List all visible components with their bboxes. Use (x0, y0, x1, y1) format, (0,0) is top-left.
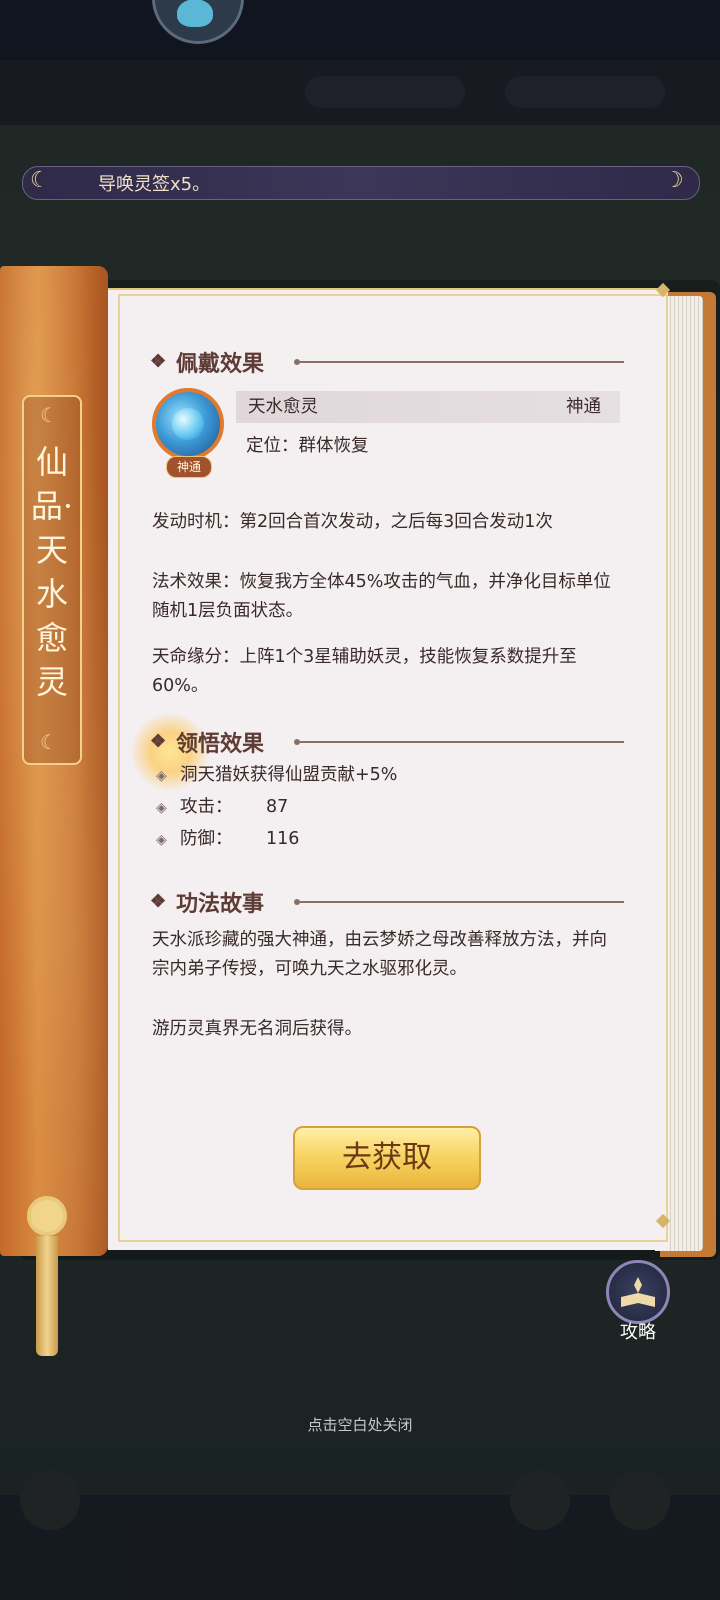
story-section-title: 功法故事 (150, 886, 265, 918)
bookmark-tassel (36, 1236, 58, 1356)
guide-button[interactable] (606, 1260, 670, 1324)
story-text: 天水派珍藏的强大神通，由云梦娇之母改善释放方法，并向宗内弟子传授，可唤九天之水驱… (152, 930, 607, 979)
defense-value: 116 (266, 829, 300, 849)
book-icon (621, 1277, 655, 1307)
skill-icon[interactable] (152, 388, 224, 460)
trigger-description: 发动时机：第2回合首次发动，之后每3回合发动1次 (152, 512, 553, 532)
skill-tag: 神通 (166, 456, 212, 478)
destiny-description: 天命缘分：上阵1个3星辅助妖灵，技能恢复系数提升至60%。 (152, 647, 577, 696)
skill-name: 天水愈灵 (248, 397, 318, 417)
close-hint[interactable]: 点击空白处关闭 (0, 1414, 720, 1435)
diamond-icon (150, 891, 166, 912)
gem-icon: ◈ (156, 768, 167, 784)
section-rule (298, 741, 624, 743)
crescent-moon-icon: ☽ (664, 168, 684, 193)
effect-description: 法术效果：恢复我方全体45%攻击的气血，并净化目标单位随机1层负面状态。 (152, 572, 611, 621)
spine-title: 仙品·天水愈灵 (30, 443, 74, 701)
attack-value: 87 (266, 797, 289, 817)
crescent-moon-icon: ☾ (30, 168, 50, 193)
planet-icon (172, 408, 204, 440)
guide-label: 攻略 (620, 1322, 656, 1343)
skill-position: 定位：群体恢复 (246, 436, 369, 456)
section-rule (298, 361, 624, 363)
notice-text: 导唤灵签x5。 (98, 174, 211, 195)
section-rule (298, 901, 624, 903)
diamond-icon (150, 731, 166, 752)
diamond-icon (150, 351, 166, 372)
attack-label: 攻击： (180, 797, 233, 817)
comprehend-section-title: 领悟效果 (150, 726, 265, 758)
comprehend-section-label: 领悟效果 (176, 731, 265, 757)
go-obtain-button[interactable]: 去获取 (293, 1126, 481, 1190)
fish-icon (177, 0, 213, 27)
defense-label: 防御： (180, 829, 233, 849)
comprehend-item: 洞天猎妖获得仙盟贡献+5% (180, 765, 398, 785)
skill-type: 神通 (566, 397, 601, 417)
crescent-moon-icon: ☾ (40, 403, 58, 427)
gem-icon: ◈ (156, 800, 167, 816)
story-section-label: 功法故事 (176, 891, 265, 917)
equip-section-title: 佩戴效果 (150, 346, 265, 378)
gem-icon: ◈ (156, 832, 167, 848)
equip-section-label: 佩戴效果 (176, 351, 265, 377)
crescent-moon-icon: ☾ (40, 730, 58, 754)
bookmark-ring (27, 1196, 67, 1236)
story-source: 游历灵真界无名洞后获得。 (152, 1019, 362, 1039)
